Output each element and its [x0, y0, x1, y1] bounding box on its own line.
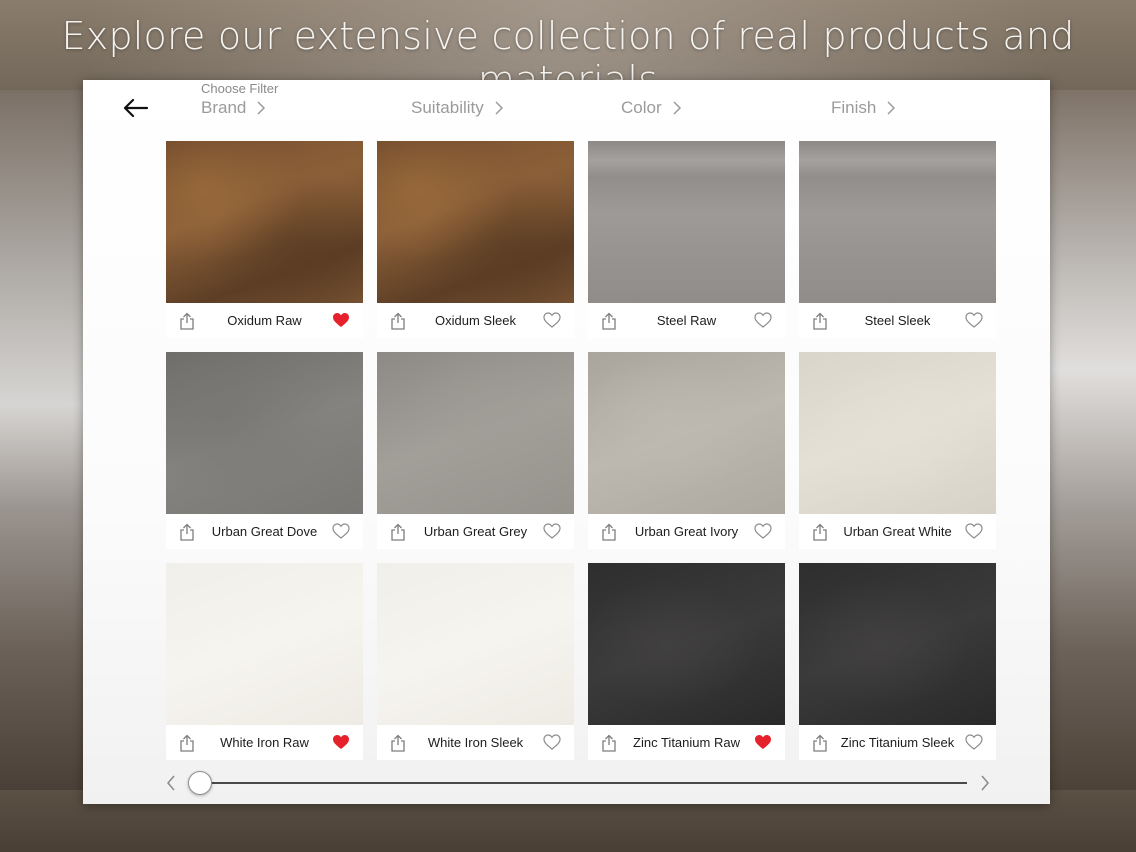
- product-swatch[interactable]: [166, 352, 363, 514]
- product-card-footer: Steel Raw: [588, 303, 785, 338]
- product-name: Oxidum Sleek: [435, 313, 516, 328]
- heart-icon[interactable]: [754, 734, 772, 750]
- product-name: Steel Sleek: [864, 313, 931, 328]
- slider-thumb[interactable]: [188, 771, 212, 795]
- chevron-left-icon[interactable]: [165, 774, 177, 792]
- share-icon[interactable]: [812, 734, 828, 752]
- product-card[interactable]: Urban Great Dove: [166, 352, 363, 549]
- heart-icon[interactable]: [965, 312, 983, 328]
- share-icon[interactable]: [390, 523, 406, 541]
- product-card[interactable]: Urban Great White: [799, 352, 996, 549]
- product-card[interactable]: Urban Great Grey: [377, 352, 574, 549]
- product-name: Zinc Titanium Sleek: [840, 735, 955, 750]
- product-swatch[interactable]: [588, 141, 785, 303]
- share-icon[interactable]: [179, 734, 195, 752]
- product-card[interactable]: Urban Great Ivory: [588, 352, 785, 549]
- product-card-footer: Steel Sleek: [799, 303, 996, 338]
- product-card[interactable]: White Iron Raw: [166, 563, 363, 760]
- share-icon[interactable]: [390, 734, 406, 752]
- share-icon[interactable]: [812, 523, 828, 541]
- heart-icon[interactable]: [332, 734, 350, 750]
- heart-icon[interactable]: [543, 734, 561, 750]
- product-swatch[interactable]: [799, 563, 996, 725]
- share-icon[interactable]: [179, 523, 195, 541]
- product-card[interactable]: Oxidum Raw: [166, 141, 363, 338]
- product-swatch[interactable]: [166, 141, 363, 303]
- filter-label: Brand: [201, 98, 247, 117]
- product-card-footer: White Iron Sleek: [377, 725, 574, 760]
- product-name: Urban Great White: [843, 524, 952, 539]
- product-swatch[interactable]: [377, 141, 574, 303]
- product-name: White Iron Raw: [220, 735, 309, 750]
- filter-color[interactable]: Color: [621, 98, 682, 118]
- product-swatch[interactable]: [799, 352, 996, 514]
- product-card[interactable]: Zinc Titanium Sleek: [799, 563, 996, 760]
- product-name: White Iron Sleek: [427, 735, 524, 750]
- product-card-footer: Oxidum Raw: [166, 303, 363, 338]
- product-name: Zinc Titanium Raw: [633, 735, 740, 750]
- chevron-right-icon: [257, 101, 266, 115]
- product-card-footer: Oxidum Sleek: [377, 303, 574, 338]
- heart-icon[interactable]: [965, 734, 983, 750]
- product-card-footer: Urban Great White: [799, 514, 996, 549]
- heart-icon[interactable]: [543, 312, 561, 328]
- filter-label: Color: [621, 98, 662, 117]
- share-icon[interactable]: [390, 312, 406, 330]
- page-slider: [163, 768, 993, 798]
- product-grid: Oxidum Raw Oxidum Sleek Steel Raw Steel Sle…: [166, 141, 996, 760]
- product-card[interactable]: Steel Sleek: [799, 141, 996, 338]
- product-card-footer: White Iron Raw: [166, 725, 363, 760]
- product-name: Urban Great Dove: [211, 524, 318, 539]
- product-card-footer: Urban Great Grey: [377, 514, 574, 549]
- filter-suitability[interactable]: Suitability: [411, 98, 504, 118]
- filter-brand[interactable]: Brand: [201, 98, 266, 118]
- heart-icon[interactable]: [332, 523, 350, 539]
- product-card[interactable]: Steel Raw: [588, 141, 785, 338]
- product-name: Steel Raw: [656, 313, 717, 328]
- product-name: Oxidum Raw: [227, 313, 302, 328]
- share-icon[interactable]: [601, 523, 617, 541]
- heart-icon[interactable]: [754, 523, 772, 539]
- share-icon[interactable]: [179, 312, 195, 330]
- background-blur-left: [0, 90, 90, 790]
- chevron-right-icon: [673, 101, 681, 115]
- heart-icon[interactable]: [543, 523, 561, 539]
- product-card[interactable]: White Iron Sleek: [377, 563, 574, 760]
- slider-track[interactable]: [199, 782, 967, 784]
- chevron-right-icon: [887, 101, 896, 115]
- background-blur-right: [1046, 90, 1136, 790]
- heart-icon[interactable]: [332, 312, 350, 328]
- product-card-footer: Urban Great Dove: [166, 514, 363, 549]
- product-card[interactable]: Oxidum Sleek: [377, 141, 574, 338]
- product-card-footer: Zinc Titanium Raw: [588, 725, 785, 760]
- product-card-footer: Zinc Titanium Sleek: [799, 725, 996, 760]
- heart-icon[interactable]: [965, 523, 983, 539]
- product-card[interactable]: Zinc Titanium Raw: [588, 563, 785, 760]
- product-swatch[interactable]: [166, 563, 363, 725]
- filter-label: Suitability: [411, 98, 484, 117]
- product-card-footer: Urban Great Ivory: [588, 514, 785, 549]
- chevron-right-icon: [495, 101, 503, 115]
- share-icon[interactable]: [812, 312, 828, 330]
- product-swatch[interactable]: [588, 563, 785, 725]
- heart-icon[interactable]: [754, 312, 772, 328]
- chevron-right-icon[interactable]: [979, 774, 991, 792]
- product-swatch[interactable]: [377, 352, 574, 514]
- filter-label: Finish: [831, 98, 877, 117]
- product-name: Urban Great Grey: [423, 524, 528, 539]
- product-swatch[interactable]: [377, 563, 574, 725]
- filter-finish[interactable]: Finish: [831, 98, 896, 118]
- back-arrow-icon[interactable]: [123, 96, 149, 120]
- product-swatch[interactable]: [588, 352, 785, 514]
- product-swatch[interactable]: [799, 141, 996, 303]
- filter-caption: Choose Filter: [201, 81, 279, 96]
- share-icon[interactable]: [601, 734, 617, 752]
- share-icon[interactable]: [601, 312, 617, 330]
- catalog-panel: Choose Filter Brand Suitability Color Fi…: [83, 80, 1050, 804]
- product-name: Urban Great Ivory: [634, 524, 739, 539]
